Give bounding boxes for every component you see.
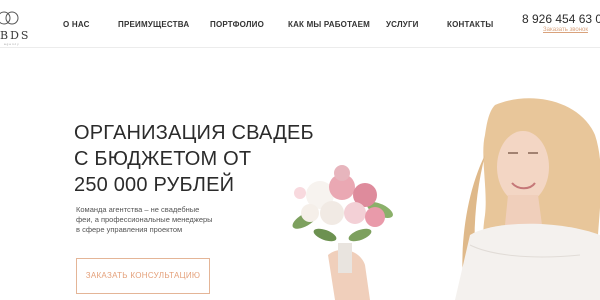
- hero-description-line: Команда агентства – не свадебные: [76, 205, 200, 214]
- nav-item-how-we-work[interactable]: КАК МЫ РАБОТАЕМ: [288, 20, 370, 29]
- nav-item-services[interactable]: УСЛУГИ: [386, 20, 419, 29]
- rings-icon: [0, 11, 19, 25]
- hero-title-line: ОРГАНИЗАЦИЯ СВАДЕБ: [74, 122, 314, 144]
- logo-text: BDS: [0, 29, 31, 42]
- nav-item-advantages[interactable]: ПРЕИМУЩЕСТВА: [118, 20, 189, 29]
- consultation-button[interactable]: ЗАКАЗАТЬ КОНСУЛЬТАЦИЮ: [76, 258, 210, 294]
- bride-with-bouquet-image: [292, 98, 600, 300]
- nav-item-about[interactable]: О НАС: [63, 20, 90, 29]
- logo[interactable]: BDS agency: [0, 9, 40, 46]
- logo-subtext: agency: [4, 42, 20, 46]
- site-header: BDS agency О НАС ПРЕИМУЩЕСТВА ПОРТФОЛИО …: [0, 0, 600, 48]
- callback-link[interactable]: Заказать звонок: [543, 27, 588, 33]
- hero-title-line: С БЮДЖЕТОМ ОТ: [74, 148, 252, 170]
- nav-item-portfolio[interactable]: ПОРТФОЛИО: [210, 20, 264, 29]
- nav-item-contacts[interactable]: КОНТАКТЫ: [447, 20, 493, 29]
- hero-description-line: феи, а профессиональные менеджеры: [76, 215, 213, 224]
- hero-description-line: в сфере управления проектом: [76, 225, 183, 234]
- phone-number[interactable]: 8 926 454 63 0: [522, 12, 600, 26]
- hero-title-line: 250 000 РУБЛЕЙ: [74, 174, 235, 196]
- hero-description: Команда агентства – не свадебные феи, а …: [76, 205, 246, 235]
